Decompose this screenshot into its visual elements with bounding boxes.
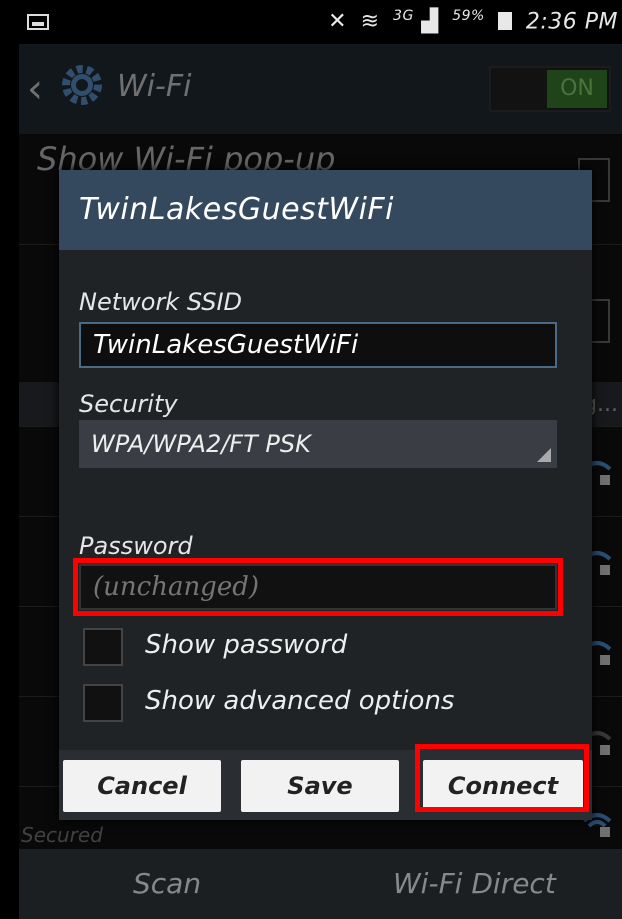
clock: 2:36 PM <box>525 9 618 35</box>
wifi-direct-button[interactable]: Wi-Fi Direct <box>393 867 556 900</box>
show-password-label: Show password <box>145 630 348 660</box>
cancel-button[interactable]: Cancel <box>63 760 221 812</box>
bottom-bar: Scan Wi-Fi Direct <box>19 849 622 919</box>
screenshot-notification-icon <box>27 14 49 30</box>
show-advanced-checkbox[interactable] <box>83 684 123 722</box>
mute-icon: ✕ <box>328 9 348 35</box>
ssid-input[interactable] <box>79 322 557 368</box>
show-advanced-label: Show advanced options <box>145 686 455 716</box>
phone-screen: ✕ ≋ 3G ▟ 59% 2:36 PM ‹ Wi-Fi ON Show Wi-… <box>19 0 622 919</box>
scan-button[interactable]: Scan <box>133 867 201 900</box>
wifi-signal-icon: ≋ <box>360 9 380 35</box>
security-value: WPA/WPA2/FT PSK <box>91 430 311 458</box>
password-input[interactable] <box>79 564 557 610</box>
ssid-label: Network SSID <box>79 288 243 316</box>
security-select[interactable]: WPA/WPA2/FT PSK <box>79 420 557 468</box>
dialog-button-bar: Cancel Save Connect <box>59 750 592 820</box>
dropdown-arrow-icon <box>537 448 551 462</box>
dialog-title: TwinLakesGuestWiFi <box>79 192 395 227</box>
network-type: 3G <box>393 8 414 24</box>
dialog-header: TwinLakesGuestWiFi <box>59 170 592 250</box>
cell-signal-icon: ▟ <box>421 9 439 35</box>
status-icons: ✕ ≋ 3G ▟ 59% 2:36 PM <box>328 8 618 34</box>
connect-button[interactable]: Connect <box>423 760 583 812</box>
wifi-network-dialog: TwinLakesGuestWiFi Network SSID Security… <box>59 170 592 820</box>
status-bar: ✕ ≋ 3G ▟ 59% 2:36 PM <box>19 0 622 44</box>
security-label: Security <box>79 390 178 418</box>
battery-percent: 59% <box>452 8 485 24</box>
save-button[interactable]: Save <box>241 760 399 812</box>
show-password-checkbox[interactable] <box>83 628 123 666</box>
password-label: Password <box>79 532 193 560</box>
battery-icon <box>498 12 513 31</box>
